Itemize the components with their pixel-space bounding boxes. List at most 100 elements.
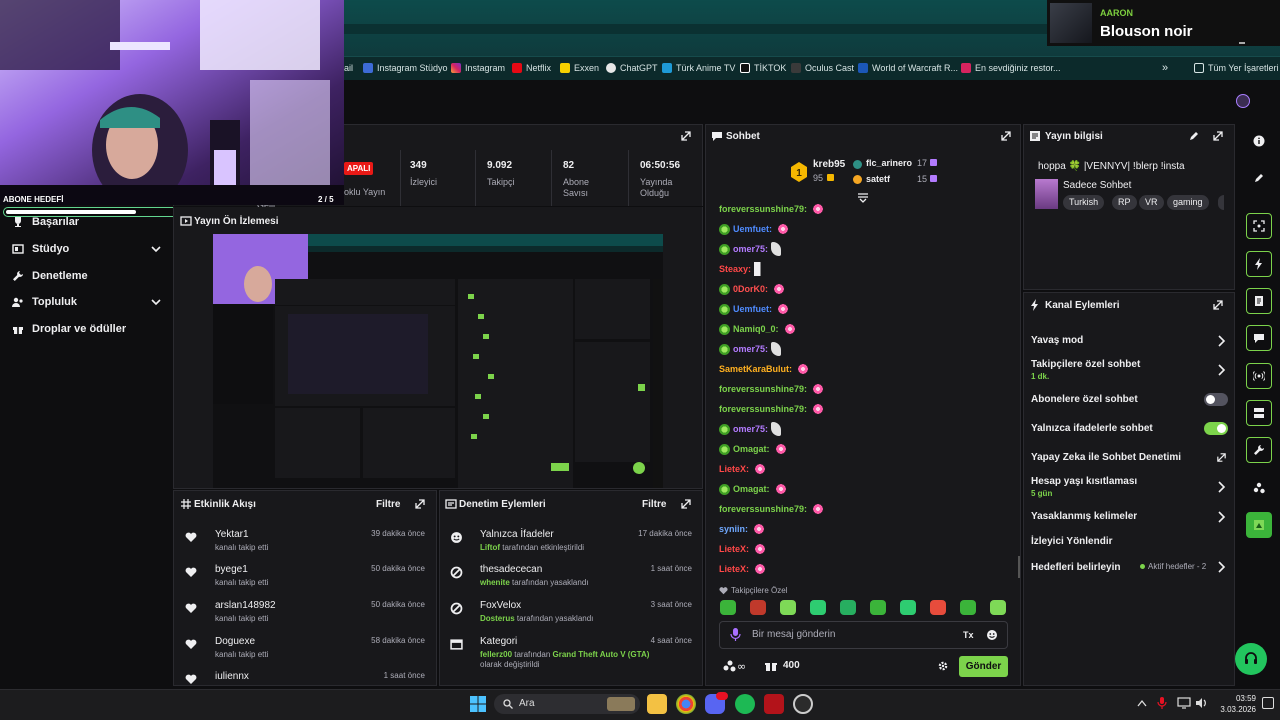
- bookmark[interactable]: TİKTOK: [740, 56, 786, 80]
- bookmark[interactable]: Instagram Stüdyo: [363, 56, 448, 80]
- chrome-icon[interactable]: [676, 694, 696, 714]
- chat-username[interactable]: LieteX:: [719, 564, 749, 574]
- chevron-right-icon[interactable]: [1216, 335, 1226, 347]
- stream-preview-video[interactable]: [213, 234, 663, 488]
- action-raid[interactable]: İzleyici Yönlendir: [1031, 536, 1229, 547]
- all-bookmarks-button[interactable]: Tüm Yer İşaretleri: [1194, 56, 1279, 80]
- bookmark[interactable]: ail: [344, 56, 353, 80]
- moderation-filter-button[interactable]: Filtre: [642, 499, 666, 510]
- action-account-age[interactable]: Hesap yaşı kısıtlaması 5 gün: [1031, 476, 1229, 498]
- external-link-icon[interactable]: [1216, 452, 1227, 463]
- chat-username[interactable]: foreverssunshine79:: [719, 504, 807, 514]
- more-bookmarks-button[interactable]: »: [1162, 56, 1168, 80]
- action-ai-moderation[interactable]: Yapay Zeka ile Sohbet Denetimi: [1031, 452, 1229, 463]
- bookmark[interactable]: Exxen: [560, 56, 599, 80]
- activity-user[interactable]: arslan148982: [215, 600, 276, 611]
- top-chatter-name[interactable]: flc_arinero: [866, 158, 912, 168]
- user-avatar[interactable]: [1236, 94, 1250, 108]
- sidebar-item-studio[interactable]: Stüdyo: [12, 240, 162, 258]
- popout-icon[interactable]: [1212, 299, 1224, 311]
- bookmark[interactable]: En sevdiğiniz restor...: [961, 56, 1061, 80]
- bookmark[interactable]: Instagram: [451, 56, 505, 80]
- microphone-icon[interactable]: [730, 628, 741, 641]
- emote-icon[interactable]: [960, 600, 976, 615]
- category-name[interactable]: Sadece Sohbet: [1063, 180, 1131, 191]
- tag[interactable]: Turkish: [1063, 195, 1105, 210]
- action-subscribers-only[interactable]: Abonelere özel sohbet: [1031, 394, 1229, 405]
- microphone-tray-icon[interactable]: [1157, 697, 1167, 709]
- emote-icon[interactable]: [870, 600, 886, 615]
- bookmark[interactable]: Türk Anime TV: [662, 56, 735, 80]
- chat-username[interactable]: foreverssunshine79:: [719, 384, 807, 394]
- translate-icon[interactable]: Tx: [963, 629, 976, 640]
- emote-icon[interactable]: [930, 600, 946, 615]
- emote-icon[interactable]: [750, 600, 766, 615]
- predictions-icon[interactable]: ∞: [722, 659, 750, 673]
- popout-icon[interactable]: [1212, 130, 1224, 142]
- activity-user[interactable]: Yektar1: [215, 529, 249, 540]
- action-slow-mode[interactable]: Yavaş mod: [1031, 335, 1229, 346]
- bookmark[interactable]: Netflix: [512, 56, 551, 80]
- chat-username[interactable]: Omagat:: [733, 484, 770, 494]
- ad-rail-button[interactable]: [1246, 251, 1272, 277]
- support-button[interactable]: [1235, 643, 1267, 675]
- chat-username[interactable]: foreverssunshine79:: [719, 204, 807, 214]
- moderator-name[interactable]: whenite: [480, 578, 510, 587]
- chat-username[interactable]: SametKaraBulut:: [719, 364, 792, 374]
- volume-icon[interactable]: [1195, 697, 1207, 709]
- chevron-right-icon[interactable]: [1216, 364, 1226, 376]
- tray-chevron-up-icon[interactable]: [1137, 699, 1147, 707]
- edit-rail-button[interactable]: [1246, 165, 1272, 191]
- bookmark[interactable]: World of Warcraft R...: [858, 56, 958, 80]
- activity-user[interactable]: byege1: [215, 564, 248, 575]
- expand-leaderboard-icon[interactable]: [857, 193, 869, 203]
- broadcast-rail-button[interactable]: [1246, 363, 1272, 389]
- activity-filter-button[interactable]: Filtre: [376, 499, 400, 510]
- moderator-name[interactable]: fellerz00: [480, 650, 512, 659]
- tag[interactable]: VR: [1139, 195, 1164, 210]
- file-explorer-icon[interactable]: [647, 694, 667, 714]
- chat-username[interactable]: omer75:: [733, 344, 768, 354]
- edit-icon[interactable]: [1188, 130, 1200, 142]
- tag[interactable]: RP: [1112, 195, 1137, 210]
- tag[interactable]: gaming: [1167, 195, 1209, 210]
- channel-points-icon[interactable]: [765, 660, 777, 672]
- moderator-name[interactable]: Dosterus: [480, 614, 515, 623]
- layout-rail-button[interactable]: [1246, 400, 1272, 426]
- emote-icon[interactable]: [840, 600, 856, 615]
- chevron-right-icon[interactable]: [1216, 481, 1226, 493]
- chat-username[interactable]: 0DorK0:: [733, 284, 768, 294]
- chat-username[interactable]: omer75:: [733, 424, 768, 434]
- chat-username[interactable]: Namiq0_0:: [733, 324, 779, 334]
- marker-rail-button[interactable]: [1246, 288, 1272, 314]
- emote-picker-icon[interactable]: [986, 629, 998, 641]
- activity-user[interactable]: Doguexe: [215, 636, 255, 647]
- sidebar-item-community[interactable]: Topluluk: [12, 293, 162, 311]
- subscribers-only-toggle[interactable]: [1204, 393, 1228, 406]
- chevron-down-icon[interactable]: [150, 243, 162, 255]
- action-emote-only[interactable]: Yalnızca ifadelerle sohbet: [1031, 423, 1229, 434]
- obs-icon[interactable]: [793, 694, 813, 714]
- popout-icon[interactable]: [680, 498, 692, 510]
- chat-username[interactable]: omer75:: [733, 244, 768, 254]
- emote-icon[interactable]: [900, 600, 916, 615]
- chat-username[interactable]: LieteX:: [719, 464, 749, 474]
- action-banned-words[interactable]: Yasaklanmış kelimeler: [1031, 511, 1229, 522]
- bookmark[interactable]: ChatGPT: [606, 56, 658, 80]
- chevron-down-icon[interactable]: [150, 296, 162, 308]
- gear-icon[interactable]: [937, 660, 949, 672]
- chat-username[interactable]: syniin:: [719, 524, 748, 534]
- windows-start-icon[interactable]: [470, 696, 486, 712]
- chat-username[interactable]: Uemfuet:: [733, 224, 772, 234]
- emote-icon[interactable]: [810, 600, 826, 615]
- send-button[interactable]: Gönder: [959, 656, 1008, 677]
- clip-rail-button[interactable]: [1246, 213, 1272, 239]
- popout-icon[interactable]: [680, 130, 692, 142]
- clock-date[interactable]: 3.03.2026: [1214, 705, 1256, 714]
- chat-rail-button[interactable]: [1246, 325, 1272, 351]
- emote-icon[interactable]: [990, 600, 1006, 615]
- info-rail-button[interactable]: [1246, 128, 1272, 154]
- popout-icon[interactable]: [414, 498, 426, 510]
- sidebar-item-drops[interactable]: Droplar ve ödüller: [12, 320, 162, 338]
- network-icon[interactable]: [1177, 697, 1191, 709]
